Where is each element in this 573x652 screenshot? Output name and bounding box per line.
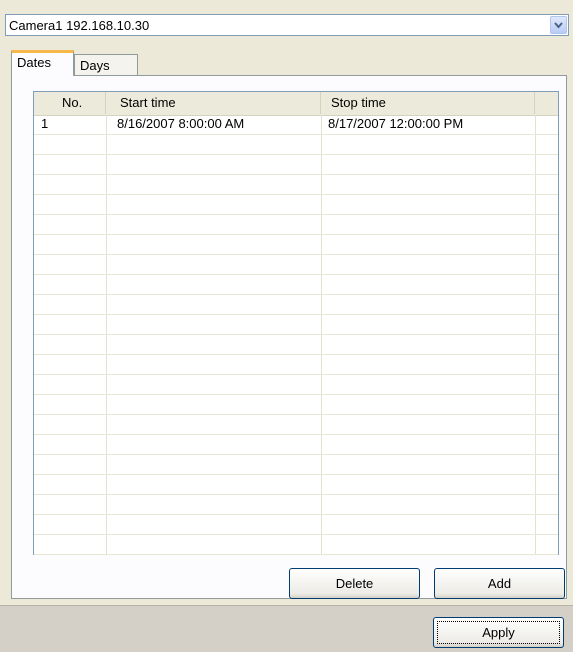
camera-select-value: Camera1 192.168.10.30 [9, 18, 150, 33]
column-header-start-time[interactable]: Start time [106, 92, 321, 114]
table-row[interactable]: 1 8/16/2007 8:00:00 AM 8/17/2007 12:00:0… [34, 115, 558, 135]
schedule-list[interactable]: No. Start time Stop time 1 8/16/2007 8:0… [33, 91, 559, 555]
camera-select-dropdown-button[interactable] [550, 16, 567, 34]
tab-dates[interactable]: Dates [11, 50, 74, 76]
tab-dates-label: Dates [17, 55, 51, 70]
empty-row [34, 395, 558, 415]
delete-button[interactable]: Delete [289, 568, 420, 599]
empty-row [34, 355, 558, 375]
delete-button-label: Delete [335, 576, 374, 591]
empty-row [34, 535, 558, 555]
empty-row [34, 235, 558, 255]
schedule-rows: 1 8/16/2007 8:00:00 AM 8/17/2007 12:00:0… [34, 115, 558, 555]
apply-button[interactable]: Apply [433, 617, 564, 648]
empty-row [34, 415, 558, 435]
empty-row [34, 435, 558, 455]
tab-days[interactable]: Days [74, 54, 138, 76]
empty-row [34, 175, 558, 195]
empty-row [34, 515, 558, 535]
empty-row [34, 215, 558, 235]
focus-rect [437, 621, 560, 644]
column-header-no[interactable]: No. [34, 92, 106, 114]
empty-row [34, 255, 558, 275]
empty-row [34, 375, 558, 395]
add-button[interactable]: Add [434, 568, 565, 599]
empty-row [34, 315, 558, 335]
tab-days-label: Days [80, 58, 110, 73]
empty-row [34, 335, 558, 355]
add-button-label: Add [487, 576, 512, 591]
schedule-list-header: No. Start time Stop time [34, 92, 558, 116]
chevron-down-icon [554, 22, 563, 29]
cell-no: 1 [41, 116, 49, 131]
dates-tab-panel: No. Start time Stop time 1 8/16/2007 8:0… [11, 75, 567, 599]
empty-row [34, 295, 558, 315]
empty-row [34, 135, 558, 155]
empty-row [34, 475, 558, 495]
empty-row [34, 195, 558, 215]
empty-row [34, 495, 558, 515]
cell-stop-time: 8/17/2007 12:00:00 PM [328, 116, 464, 131]
empty-row [34, 155, 558, 175]
empty-row [34, 455, 558, 475]
camera-select[interactable]: Camera1 192.168.10.30 [5, 14, 569, 36]
empty-row [34, 275, 558, 295]
column-header-stop-time[interactable]: Stop time [321, 92, 535, 114]
cell-start-time: 8/16/2007 8:00:00 AM [117, 116, 245, 131]
